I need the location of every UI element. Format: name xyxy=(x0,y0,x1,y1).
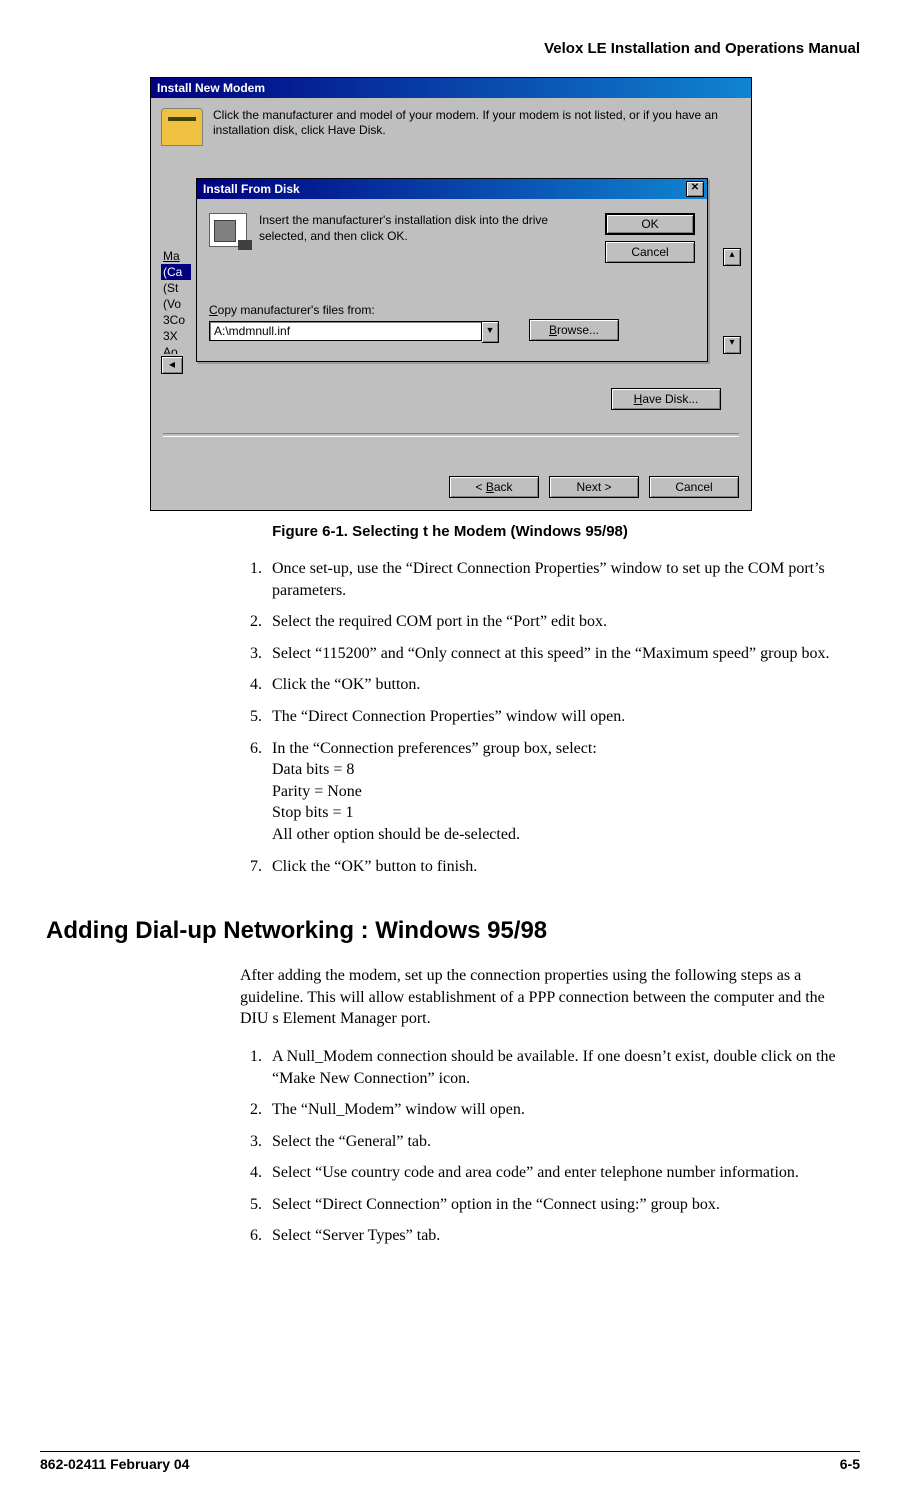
outer-instruction-text: Click the manufacturer and model of your… xyxy=(213,108,741,138)
ok-button[interactable]: OK xyxy=(605,213,695,235)
copy-from-label: Copy manufacturer's files from: xyxy=(209,303,695,317)
list-item[interactable]: Ao xyxy=(161,344,191,354)
list-item: Click the “OK” button to finish. xyxy=(266,856,840,878)
figure-caption: Figure 6-1. Selecting t he Modem (Window… xyxy=(40,523,860,540)
list-item: Select “Use country code and area code” … xyxy=(266,1162,840,1184)
right-scrollbar[interactable]: ▴ ▾ xyxy=(723,248,739,354)
list-item: A Null_Modem connection should be availa… xyxy=(266,1046,840,1089)
list-item: The “Direct Connection Properties” windo… xyxy=(266,706,840,728)
section-heading: Adding Dial-up Networking : Windows 95/9… xyxy=(46,917,860,945)
list-item: The “Null_Modem” window will open. xyxy=(266,1099,840,1121)
intro-paragraph: After adding the modem, set up the conne… xyxy=(240,965,840,1030)
modem-icon xyxy=(161,108,203,146)
list-item: Select the required COM port in the “Por… xyxy=(266,611,840,633)
scroll-left-icon[interactable]: ◂ xyxy=(161,356,183,374)
list-item[interactable]: (Vo xyxy=(161,296,191,312)
outer-titlebar: Install New Modem xyxy=(151,78,751,98)
list-item: In the “Connection preferences” group bo… xyxy=(266,738,840,846)
scroll-up-icon[interactable]: ▴ xyxy=(723,248,741,266)
list-item: Select “Server Types” tab. xyxy=(266,1225,840,1247)
list-item: Select “Direct Connection” option in the… xyxy=(266,1194,840,1216)
inner-titlebar: Install From Disk xyxy=(203,182,300,196)
install-from-disk-dialog: Install From Disk ✕ Insert the manufactu… xyxy=(196,178,708,362)
inner-instruction-text: Insert the manufacturer's installation d… xyxy=(259,213,585,244)
footer-right: 6-5 xyxy=(840,1456,860,1472)
list-item: Click the “OK” button. xyxy=(266,674,840,696)
inner-cancel-button[interactable]: Cancel xyxy=(605,241,695,263)
mfr-label: Ma xyxy=(161,248,191,264)
list-item[interactable]: 3X xyxy=(161,328,191,344)
doc-header: Velox LE Installation and Operations Man… xyxy=(40,40,860,57)
list-item[interactable]: (St xyxy=(161,280,191,296)
back-button[interactable]: < Back xyxy=(449,476,539,498)
have-disk-button[interactable]: Have Disk... xyxy=(611,388,721,410)
manufacturers-listbox[interactable]: Ma (Ca (St (Vo 3Co 3X Ao ◂ xyxy=(161,248,191,374)
scroll-down-icon[interactable]: ▾ xyxy=(723,336,741,354)
list-item: Once set-up, use the “Direct Connection … xyxy=(266,558,840,601)
cancel-button[interactable]: Cancel xyxy=(649,476,739,498)
next-button[interactable]: Next > xyxy=(549,476,639,498)
chevron-down-icon[interactable]: ▼ xyxy=(482,321,499,343)
install-new-modem-window: Install New Modem Click the manufacturer… xyxy=(150,77,752,511)
browse-button[interactable]: Browse... xyxy=(529,319,619,341)
list-item[interactable]: 3Co xyxy=(161,312,191,328)
screenshot-figure: Install New Modem Click the manufacturer… xyxy=(150,77,750,511)
list-item[interactable]: (Ca xyxy=(161,264,191,280)
list-item: Select “115200” and “Only connect at thi… xyxy=(266,643,840,665)
close-icon[interactable]: ✕ xyxy=(686,181,704,197)
disk-icon xyxy=(209,213,247,247)
divider xyxy=(163,433,739,437)
instruction-list-2: A Null_Modem connection should be availa… xyxy=(240,1046,840,1247)
footer-left: 862-02411 February 04 xyxy=(40,1456,189,1472)
list-item: Select the “General” tab. xyxy=(266,1131,840,1153)
instruction-list-1: Once set-up, use the “Direct Connection … xyxy=(240,558,840,877)
path-input[interactable] xyxy=(209,321,482,341)
